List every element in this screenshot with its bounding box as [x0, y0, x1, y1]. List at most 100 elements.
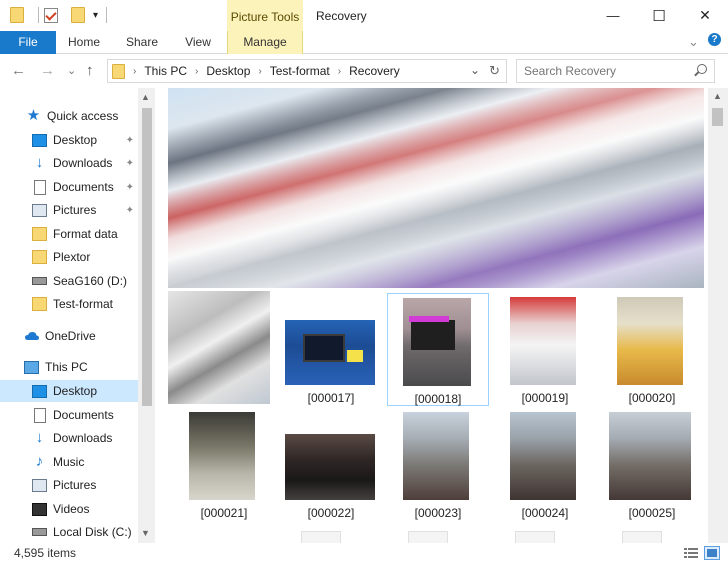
file-item[interactable]: [000022] [280, 409, 382, 522]
pin-icon[interactable]: ✦ [126, 158, 134, 169]
image-preview-large[interactable] [168, 88, 704, 288]
navigation-bar: ← → ⌄ ↑ › This PC › Desktop › Test-forma… [0, 54, 728, 88]
folder-icon [32, 227, 47, 241]
pin-icon[interactable]: ✦ [126, 182, 134, 193]
sidebar-item-local-disk-c[interactable]: Local Disk (C:) [0, 521, 138, 543]
file-item[interactable]: [000024] [494, 409, 596, 522]
tab-home[interactable]: Home [58, 31, 110, 54]
tab-manage[interactable]: Manage [227, 31, 303, 54]
forward-button[interactable]: → [40, 62, 55, 79]
address-dropdown-icon[interactable]: ⌄ [470, 63, 480, 77]
maximize-button[interactable]: ☐ [636, 0, 682, 31]
sidebar-item-seag160[interactable]: SeaG160 (D:) [0, 270, 138, 292]
breadcrumb-recovery[interactable]: Recovery [349, 64, 400, 78]
sidebar-item-label: Desktop [53, 384, 98, 398]
back-button[interactable]: ← [11, 62, 26, 79]
file-thumbnail [189, 412, 255, 500]
content-scrollbar[interactable] [708, 88, 728, 543]
help-icon[interactable]: ? [708, 33, 721, 46]
file-item[interactable]: [000020] [601, 293, 703, 406]
sidebar-item-label: Pictures [53, 478, 97, 492]
close-button[interactable]: ✕ [682, 0, 728, 31]
file-name: [000021] [200, 506, 248, 520]
desktop-icon [32, 384, 47, 398]
file-item[interactable]: [000023] [387, 409, 489, 522]
qat-dropdown-icon[interactable]: ▾ [93, 10, 98, 21]
sidebar-item-test-format[interactable]: Test-format [0, 293, 138, 315]
context-tab-group: Picture Tools [227, 0, 303, 31]
sidebar-item-documents[interactable]: Documents [0, 404, 138, 426]
file-thumbnail [285, 434, 375, 500]
tab-view[interactable]: View [172, 31, 224, 54]
details-view-icon[interactable] [683, 546, 699, 560]
status-bar: 4,595 items [0, 543, 728, 565]
thumbnail-partial[interactable] [168, 291, 270, 404]
sidebar-item-label: Downloads [53, 156, 113, 170]
large-icons-view-icon[interactable] [704, 546, 720, 560]
sidebar-item-label: This PC [45, 360, 88, 374]
tab-file[interactable]: File [0, 31, 56, 54]
sidebar-item-desktop[interactable]: Desktop [0, 380, 138, 402]
ribbon-expand-icon[interactable]: ⌄ [688, 34, 699, 50]
window-title: Recovery [316, 9, 367, 23]
new-folder-icon[interactable] [71, 7, 85, 23]
breadcrumb-desktop[interactable]: Desktop [206, 64, 250, 78]
file-item[interactable]: [000025] [601, 409, 703, 522]
breadcrumb-sep[interactable]: › [338, 66, 341, 77]
breadcrumb-this-pc[interactable]: This PC [144, 64, 187, 78]
sidebar-item-downloads-pinned[interactable]: ↓ Downloads ✦ [0, 152, 138, 174]
sidebar-item-label: Plextor [53, 250, 91, 264]
up-button[interactable]: ↑ [86, 62, 94, 79]
search-box[interactable] [516, 59, 715, 83]
pictures-icon [32, 478, 47, 492]
file-thumbnail [403, 298, 471, 386]
sidebar-item-plextor[interactable]: Plextor [0, 246, 138, 268]
sidebar-item-label: Documents [53, 180, 114, 194]
file-name: [000018] [414, 392, 462, 406]
documents-icon [34, 179, 46, 195]
file-thumbnail [510, 297, 576, 385]
sidebar-item-videos[interactable]: Videos [0, 498, 138, 520]
sidebar-item-onedrive[interactable]: OneDrive [0, 325, 138, 347]
recent-locations-button[interactable]: ⌄ [67, 64, 76, 77]
sidebar-item-documents-pinned[interactable]: Documents ✦ [0, 176, 138, 198]
file-name: [000020] [628, 391, 676, 405]
refresh-icon[interactable]: ↻ [489, 63, 500, 79]
scroll-down-icon[interactable]: ▼ [141, 528, 150, 538]
file-item[interactable]: [000019] [494, 293, 596, 406]
pin-icon[interactable]: ✦ [126, 205, 134, 216]
sidebar-item-this-pc[interactable]: This PC [0, 356, 138, 378]
folder-icon [32, 250, 47, 264]
sidebar-item-quick-access[interactable]: ★ Quick access [0, 105, 138, 127]
sidebar-scroll-thumb[interactable] [142, 108, 152, 406]
file-item[interactable]: [000021] [173, 409, 275, 522]
sidebar-item-format-data[interactable]: Format data [0, 223, 138, 245]
search-input[interactable] [524, 61, 689, 81]
address-bar[interactable]: › This PC › Desktop › Test-format › Reco… [107, 59, 507, 83]
properties-icon[interactable] [44, 7, 58, 23]
sidebar-item-label: Local Disk (C:) [53, 525, 132, 539]
pin-icon[interactable]: ✦ [126, 135, 134, 146]
sidebar-item-pictures-pinned[interactable]: Pictures ✦ [0, 199, 138, 221]
scroll-up-icon[interactable]: ▲ [713, 91, 722, 101]
file-thumbnail [609, 412, 691, 500]
minimize-button[interactable]: — [590, 0, 636, 31]
item-count: 4,595 items [14, 546, 77, 560]
sidebar-item-desktop-pinned[interactable]: Desktop ✦ [0, 129, 138, 151]
file-item[interactable]: [000017] [280, 293, 382, 406]
sidebar-item-label: Videos [53, 502, 90, 516]
breadcrumb-sep[interactable]: › [258, 66, 261, 77]
content-scroll-thumb[interactable] [712, 108, 723, 126]
ribbon-tabs: File Home Share View Manage ⌄ ? [0, 31, 728, 54]
documents-icon [34, 407, 46, 423]
tab-share[interactable]: Share [116, 31, 168, 54]
this-pc-icon [24, 360, 39, 374]
file-item[interactable]: [000018] [387, 293, 489, 406]
sidebar-item-downloads[interactable]: ↓ Downloads [0, 427, 138, 449]
breadcrumb-test-format[interactable]: Test-format [270, 64, 330, 78]
scroll-up-icon[interactable]: ▲ [141, 92, 150, 102]
sidebar-item-pictures[interactable]: Pictures [0, 474, 138, 496]
breadcrumb-sep[interactable]: › [195, 66, 198, 77]
sidebar-item-music[interactable]: ♪ Music [0, 451, 138, 473]
separator [106, 7, 108, 23]
